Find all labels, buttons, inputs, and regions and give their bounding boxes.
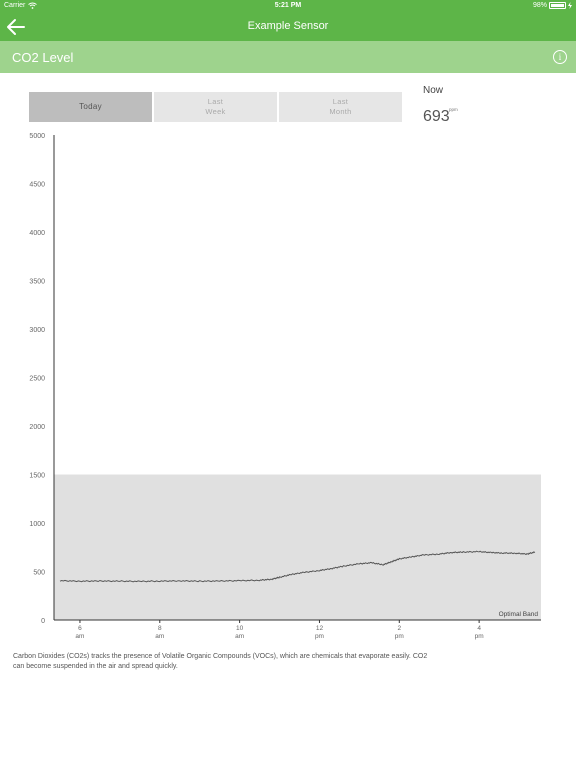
- x-tick-period: pm: [395, 633, 404, 640]
- y-tick-label: 2000: [29, 424, 45, 431]
- x-tick-label: 2: [397, 625, 401, 632]
- segment-today-label: Today: [79, 102, 102, 111]
- x-tick-label: 4: [477, 625, 481, 632]
- battery-fill: [551, 4, 564, 7]
- segment-last-month-line1: Last: [332, 97, 349, 106]
- y-tick-label: 500: [33, 570, 45, 577]
- x-tick-period: pm: [315, 633, 324, 640]
- charging-icon: [568, 2, 572, 9]
- nav-title: Example Sensor: [247, 20, 329, 32]
- battery-percent: 98%: [532, 2, 547, 9]
- segment-last-week-line2: Week: [205, 107, 226, 116]
- x-tick-label: 12: [316, 625, 324, 632]
- y-tick-label: 3000: [29, 327, 45, 334]
- x-tick-label: 10: [236, 625, 244, 632]
- section-header: CO2 Level i: [0, 41, 576, 73]
- co2-description: Carbon Dioxides (CO2s) tracks the presen…: [13, 653, 428, 670]
- x-tick-label: 6: [78, 625, 82, 632]
- y-tick-label: 2500: [29, 376, 45, 383]
- y-tick-label: 5000: [29, 133, 45, 140]
- x-tick-period: am: [155, 633, 164, 640]
- y-tick-label: 4000: [29, 230, 45, 237]
- segment-last-month-line2: Month: [329, 107, 352, 116]
- now-label: Now: [423, 85, 444, 96]
- current-co2-value: 693: [423, 108, 450, 125]
- y-tick-label: 4500: [29, 182, 45, 189]
- segment-last-week[interactable]: Last Week: [154, 92, 277, 122]
- x-tick-period: pm: [475, 633, 484, 640]
- x-tick-period: am: [75, 633, 84, 640]
- y-tick-label: 1500: [29, 473, 45, 480]
- optimal-band-label: Optimal Band: [499, 611, 539, 618]
- time-range-segmented-control: Today Last Week Last Month: [29, 92, 402, 122]
- x-tick-period: am: [235, 633, 244, 640]
- optimal-band: [54, 474, 541, 620]
- info-icon: i: [558, 52, 562, 62]
- co2-line-chart: Optimal Band5000450040003500300025002000…: [29, 133, 541, 640]
- segment-last-month[interactable]: Last Month: [279, 92, 402, 122]
- info-button[interactable]: i: [553, 50, 567, 64]
- y-tick-label: 1000: [29, 521, 45, 528]
- y-tick-label: 0: [41, 618, 45, 625]
- section-title: CO2 Level: [12, 50, 74, 65]
- battery-icon: [549, 2, 566, 9]
- status-bar: Carrier 5:21 PM 98%: [0, 0, 576, 12]
- segment-today[interactable]: Today: [29, 92, 152, 122]
- y-tick-label: 3500: [29, 279, 45, 286]
- current-co2-unit: ppm: [449, 107, 458, 112]
- battery-status: 98%: [533, 2, 572, 9]
- x-tick-label: 8: [158, 625, 162, 632]
- navigation-bar: Example Sensor: [0, 12, 576, 41]
- segment-last-week-line1: Last: [207, 97, 224, 106]
- status-time: 5:21 PM: [274, 2, 302, 9]
